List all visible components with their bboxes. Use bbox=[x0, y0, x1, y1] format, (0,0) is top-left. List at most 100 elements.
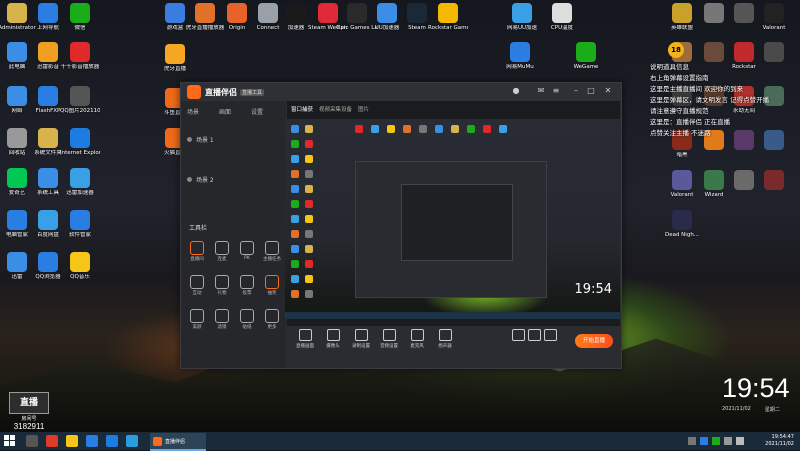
start-button[interactable] bbox=[4, 435, 16, 447]
menu-icon[interactable]: ≡ bbox=[551, 86, 561, 96]
control-button[interactable]: 扬声器 bbox=[432, 329, 458, 349]
mask-icon bbox=[704, 3, 724, 23]
desktop-date: 2021/11/02 星期二 bbox=[722, 406, 780, 413]
preview-mini-icon bbox=[291, 200, 299, 208]
capture-preview[interactable]: 19:54 bbox=[285, 119, 620, 319]
game-cover-icon bbox=[734, 170, 754, 190]
desktop-icon[interactable]: 网易UU加速 bbox=[502, 3, 542, 31]
sidebar-tab-scenes[interactable]: 场景 bbox=[187, 107, 199, 116]
browser-icon[interactable] bbox=[126, 435, 138, 447]
volume-icon[interactable] bbox=[736, 437, 744, 445]
search-icon[interactable] bbox=[26, 435, 38, 447]
qq-music-icon bbox=[70, 42, 90, 62]
tool-button[interactable]: 直播间 bbox=[184, 241, 210, 265]
control-button[interactable]: 录制设置 bbox=[348, 329, 374, 349]
tool-icon bbox=[190, 241, 204, 255]
date-right: 星期二 bbox=[764, 407, 780, 413]
tray-clock[interactable]: 19:54:47 2021/11/02 bbox=[765, 434, 794, 448]
tray-app-icon[interactable] bbox=[712, 437, 720, 445]
desktop-icon[interactable]: WeGame bbox=[566, 42, 606, 70]
control-icon bbox=[438, 329, 452, 341]
tool-button[interactable]: 主播任务 bbox=[259, 241, 285, 265]
preview-mini-icon bbox=[305, 245, 313, 253]
close-icon[interactable]: ✕ bbox=[603, 86, 613, 96]
taskbar-active-app[interactable]: 直播伴侣 bbox=[150, 433, 206, 451]
maximize-icon[interactable]: □ bbox=[586, 86, 596, 96]
avatar-icon[interactable]: ● bbox=[511, 86, 521, 96]
game-cover-icon bbox=[704, 170, 724, 190]
tool-icon bbox=[265, 275, 279, 289]
tool-icon bbox=[240, 241, 254, 255]
desktop-icon[interactable] bbox=[754, 42, 794, 64]
tool-button[interactable]: 礼物 bbox=[209, 275, 235, 299]
room-number: 3182911 bbox=[13, 422, 45, 431]
scene-item[interactable]: 场景 1 bbox=[187, 133, 280, 145]
preview-tab-window[interactable]: 窗口捕获 bbox=[291, 105, 313, 113]
preview-clock: 19:54 bbox=[574, 282, 612, 297]
nested-capture-window-inner bbox=[401, 184, 513, 261]
desktop-icon[interactable]: 迅雷加速器 bbox=[60, 168, 100, 196]
rockstar-icon bbox=[438, 3, 458, 23]
tools-icon bbox=[38, 168, 58, 188]
minimize-icon[interactable]: – bbox=[571, 86, 581, 96]
shield-icon[interactable] bbox=[86, 435, 98, 447]
desktop-icon[interactable]: 软件管家 bbox=[60, 210, 100, 238]
control-button[interactable]: 摄像头 bbox=[320, 329, 346, 349]
folder-icon[interactable] bbox=[66, 435, 78, 447]
thunder-icon bbox=[7, 252, 27, 272]
live-streaming-app-window[interactable]: 直播伴侣 直播工具 ● ✉ ≡ – □ ✕ 场景 画面 设置 场景 1 场景 2… bbox=[180, 82, 622, 369]
tray-app-icon[interactable] bbox=[700, 437, 708, 445]
game-cover-icon bbox=[764, 170, 784, 190]
tool-button[interactable]: 贴纸 bbox=[234, 309, 260, 333]
control-icon bbox=[326, 329, 340, 341]
preview-mini-icon bbox=[305, 200, 313, 208]
desktop-icon[interactable] bbox=[754, 170, 794, 192]
control-button[interactable]: 麦克风 bbox=[404, 329, 430, 349]
desktop-icon[interactable]: 虎牙直播 bbox=[155, 44, 195, 72]
start-live-button[interactable]: 开始直播 bbox=[575, 334, 613, 348]
mail-icon[interactable]: ✉ bbox=[536, 86, 546, 96]
desktop-icon[interactable]: CPU温度 bbox=[542, 3, 582, 31]
settings-icon[interactable] bbox=[537, 329, 563, 341]
network-icon[interactable] bbox=[724, 437, 732, 445]
app-icon[interactable] bbox=[46, 435, 58, 447]
desktop-icon[interactable]: 千千影音播放器 bbox=[60, 42, 100, 70]
mumu-icon bbox=[510, 42, 530, 62]
tool-button[interactable]: PK bbox=[234, 241, 260, 265]
desktop-icon[interactable]: Valorant bbox=[754, 3, 794, 31]
desktop-icon[interactable]: Internet Explorer bbox=[60, 128, 100, 156]
gauge-icon bbox=[552, 3, 572, 23]
desktop-icon[interactable]: Dead Nigh... bbox=[662, 210, 702, 238]
desktop-icon[interactable]: 微信 bbox=[60, 3, 100, 31]
tray-up-arrow-icon[interactable] bbox=[688, 437, 696, 445]
chat-count-badge: 18 bbox=[668, 42, 684, 58]
tool-button[interactable]: 投票 bbox=[234, 275, 260, 299]
qq-browser-icon bbox=[38, 252, 58, 272]
scene-item[interactable]: 场景 2 bbox=[187, 173, 280, 185]
taskbar-app-label: 直播伴侣 bbox=[165, 438, 186, 445]
preview-mini-icon bbox=[291, 290, 299, 298]
sidebar-tab-settings[interactable]: 设置 bbox=[251, 107, 263, 116]
app-titlebar[interactable]: 直播伴侣 直播工具 ● ✉ ≡ – □ ✕ bbox=[181, 83, 621, 101]
control-button[interactable]: 音频设置 bbox=[376, 329, 402, 349]
tool-button[interactable]: 美颜 bbox=[184, 309, 210, 333]
control-button[interactable]: 直播画面 bbox=[292, 329, 318, 349]
desktop-icon[interactable]: Rockstar Games Launcher bbox=[428, 3, 468, 31]
desktop-icon[interactable]: QQ音乐 bbox=[60, 252, 100, 280]
tool-button[interactable]: 更多 bbox=[259, 309, 285, 333]
tool-button[interactable]: 互动 bbox=[184, 275, 210, 299]
network-icon bbox=[7, 86, 27, 106]
desktop-icon[interactable]: QQ图片20211025 bbox=[60, 86, 100, 114]
desktop-icon[interactable]: 网易MuMu bbox=[500, 42, 540, 70]
tool-button[interactable]: 连麦 bbox=[209, 241, 235, 265]
tool-button[interactable]: 抽奖 bbox=[259, 275, 285, 299]
preview-mini-icon bbox=[291, 215, 299, 223]
ie-icon[interactable] bbox=[106, 435, 118, 447]
basketball-icon bbox=[195, 3, 215, 23]
chat-message: 这里是主播直播间 欢迎你的到来 bbox=[650, 85, 744, 93]
preview-tab-camera[interactable]: 视频采集设备 bbox=[319, 105, 352, 113]
preview-tab-image[interactable]: 图片 bbox=[358, 105, 369, 113]
sidebar-tab-display[interactable]: 画面 bbox=[219, 107, 231, 116]
control-icon bbox=[382, 329, 396, 341]
tool-button[interactable]: 滤镜 bbox=[209, 309, 235, 333]
